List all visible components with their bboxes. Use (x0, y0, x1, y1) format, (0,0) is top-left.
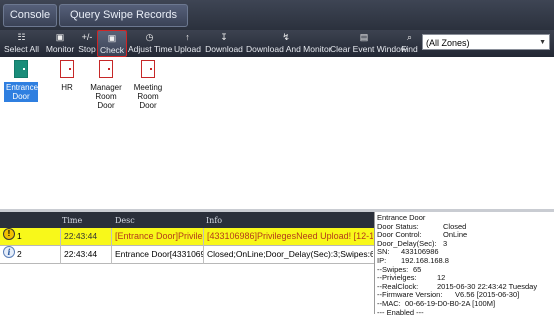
info-icon: i (3, 246, 15, 258)
row-info: [433106986]PrivilegesNeed Upload! [12-11… (207, 231, 373, 241)
download-and-monitor-button[interactable]: ↯ Download And Monitor (246, 30, 332, 57)
info-value: 3 (443, 238, 448, 248)
column-header-info[interactable]: Info (206, 216, 222, 225)
tab-console[interactable]: Console (3, 4, 57, 27)
door-label: Room Door (95, 92, 117, 110)
info-value: 192.168.168.8 (401, 255, 449, 265)
door-icon (60, 60, 74, 78)
stop-icon: +/- (81, 32, 93, 42)
row-number: 1 (17, 231, 22, 241)
table-row[interactable]: ! 1 22:43:44 [Entrance Door]Privilel... … (0, 228, 374, 246)
door-label: Manager (90, 83, 122, 92)
find-button[interactable]: ⌕ Find (400, 30, 419, 57)
upload-icon: ↑ (185, 32, 190, 42)
tab-query-swipe-records[interactable]: Query Swipe Records (59, 4, 188, 27)
door-label: Room Door (137, 92, 159, 110)
select-all-button[interactable]: ☷ Select All (3, 30, 40, 57)
row-info: Closed;OnLine;Door_Delay(Sec):3;Swipes:6… (207, 249, 373, 259)
select-all-icon: ☷ (17, 32, 26, 42)
zone-select[interactable]: (All Zones) ▼ (422, 34, 550, 50)
upload-button[interactable]: ↑ Upload (174, 30, 201, 57)
stop-button[interactable]: +/- Stop (78, 30, 96, 57)
door-manager-room[interactable]: Manager Room Door (86, 60, 126, 111)
door-hr[interactable]: HR (55, 60, 79, 93)
table-row[interactable]: i 2 22:43:44 Entrance Door[433106986] Cl… (0, 246, 374, 264)
door-label: Entrance (6, 83, 39, 92)
door-meeting-room[interactable]: Meeting Room Door (128, 60, 168, 111)
door-icon (99, 60, 113, 78)
column-divider (60, 228, 61, 264)
grid-header: Time Desc Info (0, 212, 374, 228)
column-divider (203, 228, 204, 264)
clock-icon: ◷ (145, 32, 154, 42)
check-icon: ▣ (107, 33, 117, 43)
download-icon: ↧ (220, 32, 228, 42)
warning-icon: ! (3, 228, 15, 240)
check-button[interactable]: ▣ Check (97, 30, 127, 57)
row-desc: [Entrance Door]Privilel... (115, 231, 203, 241)
row-time: 22:43:44 (64, 231, 98, 241)
download-button[interactable]: ↧ Download (205, 30, 243, 57)
door-icon (141, 60, 155, 78)
row-desc: Entrance Door[433106986] (115, 249, 203, 259)
info-key: --- Enabled --- (377, 307, 424, 317)
door-entrance[interactable]: Entrance Door (4, 60, 38, 102)
column-header-desc[interactable]: Desc (115, 216, 135, 225)
door-panel: Entrance Door HR Manager Room Door Meeti… (0, 57, 554, 209)
clear-icon: ▤ (359, 32, 369, 42)
door-label: Meeting (133, 83, 163, 92)
event-grid: Time Desc Info ! 1 22:43:44 [Entrance Do… (0, 212, 375, 314)
row-number: 2 (17, 249, 22, 259)
door-icon (14, 60, 28, 78)
monitor-button[interactable]: ▣ Monitor (44, 30, 76, 57)
chevron-down-icon: ▼ (539, 39, 546, 46)
door-label: HR (61, 83, 73, 92)
row-time: 22:43:44 (64, 249, 98, 259)
adjust-time-button[interactable]: ◷ Adjust Time (128, 30, 172, 57)
door-label: Door (12, 92, 30, 101)
monitor-icon: ▣ (55, 32, 65, 42)
find-icon: ⌕ (406, 32, 413, 42)
column-header-time[interactable]: Time (62, 216, 82, 225)
door-info-panel: Entrance Door Door Status: Closed Door Co… (375, 212, 554, 317)
download-monitor-icon: ↯ (282, 32, 290, 42)
column-divider (111, 228, 112, 264)
clear-event-window-button[interactable]: ▤ Clear Event Window (330, 30, 407, 57)
tab-bar: Console Query Swipe Records (0, 0, 554, 30)
